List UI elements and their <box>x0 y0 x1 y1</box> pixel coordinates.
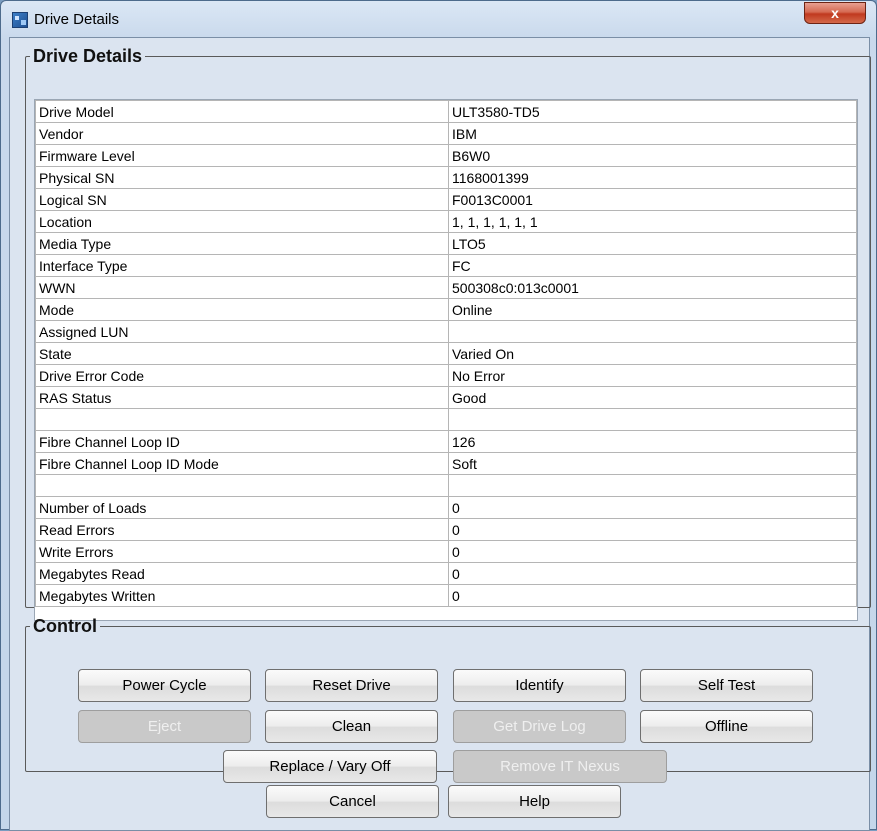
table-row: Location 1, 1, 1, 1, 1, 1 <box>35 210 857 233</box>
offline-button[interactable]: Offline <box>640 710 813 743</box>
property-value <box>448 320 857 343</box>
property-value: Good <box>448 386 857 409</box>
property-value: 0 <box>448 584 857 607</box>
property-label: RAS Status <box>35 386 449 409</box>
property-value: 500308c0:013c0001 <box>448 276 857 299</box>
table-row: State Varied On <box>35 342 857 365</box>
table-row: Interface Type FC <box>35 254 857 277</box>
remove-it-nexus-button[interactable]: Remove IT Nexus <box>453 750 667 783</box>
property-value: F0013C0001 <box>448 188 857 211</box>
property-value: Online <box>448 298 857 321</box>
drive-details-group: Drive Details Drive Model ULT3580-TD5 Vend… <box>25 46 871 621</box>
property-label: Location <box>35 210 449 233</box>
table-row: Read Errors 0 <box>35 518 857 541</box>
property-label: Fibre Channel Loop ID Mode <box>35 452 449 475</box>
property-label: Megabytes Read <box>35 562 449 585</box>
property-label: Drive Model <box>35 100 449 123</box>
control-group: Control Power Cycle Reset Drive Identify… <box>25 616 871 783</box>
property-label: Number of Loads <box>35 496 449 519</box>
close-icon: x <box>831 5 839 21</box>
reset-drive-button[interactable]: Reset Drive <box>265 669 438 702</box>
property-label: Megabytes Written <box>35 584 449 607</box>
table-row: Fibre Channel Loop ID Mode Soft <box>35 452 857 475</box>
property-value: 0 <box>448 562 857 585</box>
eject-button[interactable]: Eject <box>78 710 251 743</box>
property-value: 0 <box>448 540 857 563</box>
property-value <box>448 408 857 431</box>
property-value: FC <box>448 254 857 277</box>
property-label: Write Errors <box>35 540 449 563</box>
property-value: No Error <box>448 364 857 387</box>
table-row: Drive Error Code No Error <box>35 364 857 387</box>
property-value <box>448 474 857 497</box>
clean-button[interactable]: Clean <box>265 710 438 743</box>
property-value: LTO5 <box>448 232 857 255</box>
drive-details-window: Drive Details x Drive Details Drive Mode… <box>0 0 877 831</box>
property-value: Varied On <box>448 342 857 365</box>
app-icon <box>12 12 28 28</box>
get-drive-log-button[interactable]: Get Drive Log <box>453 710 626 743</box>
table-row: Fibre Channel Loop ID 126 <box>35 430 857 453</box>
property-value: 0 <box>448 518 857 541</box>
property-value: ULT3580-TD5 <box>448 100 857 123</box>
table-row: Vendor IBM <box>35 122 857 145</box>
table-row: Megabytes Written 0 <box>35 584 857 607</box>
table-row: WWN 500308c0:013c0001 <box>35 276 857 299</box>
property-label: WWN <box>35 276 449 299</box>
window-title: Drive Details <box>34 11 120 28</box>
cancel-button[interactable]: Cancel <box>266 785 439 818</box>
property-value: Soft <box>448 452 857 475</box>
table-row: Media Type LTO5 <box>35 232 857 255</box>
table-row: Drive Model ULT3580-TD5 <box>35 100 857 123</box>
property-label: Fibre Channel Loop ID <box>35 430 449 453</box>
table-row: RAS Status Good <box>35 386 857 409</box>
self-test-button[interactable]: Self Test <box>640 669 813 702</box>
identify-button[interactable]: Identify <box>453 669 626 702</box>
replace-vary-off-button[interactable]: Replace / Vary Off <box>223 750 437 783</box>
property-value: IBM <box>448 122 857 145</box>
property-label: Vendor <box>35 122 449 145</box>
control-legend: Control <box>33 616 97 636</box>
table-row: Number of Loads 0 <box>35 496 857 519</box>
close-button[interactable]: x <box>804 2 866 24</box>
property-label: Media Type <box>35 232 449 255</box>
property-value: 1, 1, 1, 1, 1, 1 <box>448 210 857 233</box>
property-label <box>35 474 449 497</box>
drive-details-legend: Drive Details <box>33 46 143 66</box>
table-row: Megabytes Read 0 <box>35 562 857 585</box>
table-row <box>35 408 857 431</box>
details-table: Drive Model ULT3580-TD5 Vendor IBM Firmware … <box>35 100 857 607</box>
property-label: Mode <box>35 298 449 321</box>
table-row: Assigned LUN <box>35 320 857 343</box>
property-value: 126 <box>448 430 857 453</box>
table-row: Physical SN 1168001399 <box>35 166 857 189</box>
table-row: Firmware Level B6W0 <box>35 144 857 167</box>
property-label: Firmware Level <box>35 144 449 167</box>
property-label: Physical SN <box>35 166 449 189</box>
help-button[interactable]: Help <box>448 785 621 818</box>
property-label: State <box>35 342 449 365</box>
details-table-body: Drive Model ULT3580-TD5 Vendor IBM Firmware … <box>35 100 857 607</box>
property-value: B6W0 <box>448 144 857 167</box>
table-row: Write Errors 0 <box>35 540 857 563</box>
property-label: Logical SN <box>35 188 449 211</box>
property-label: Assigned LUN <box>35 320 449 343</box>
details-table-area: Drive Model ULT3580-TD5 Vendor IBM Firmware … <box>34 99 858 621</box>
table-row: Logical SN F0013C0001 <box>35 188 857 211</box>
title-bar[interactable]: Drive Details x <box>1 1 876 37</box>
property-label: Interface Type <box>35 254 449 277</box>
dialog-client-area: Drive Details Drive Model ULT3580-TD5 Vend… <box>9 37 871 831</box>
property-label: Read Errors <box>35 518 449 541</box>
table-row <box>35 474 857 497</box>
property-label <box>35 408 449 431</box>
property-value: 1168001399 <box>448 166 857 189</box>
property-label: Drive Error Code <box>35 364 449 387</box>
power-cycle-button[interactable]: Power Cycle <box>78 669 251 702</box>
table-row: Mode Online <box>35 298 857 321</box>
property-value: 0 <box>448 496 857 519</box>
